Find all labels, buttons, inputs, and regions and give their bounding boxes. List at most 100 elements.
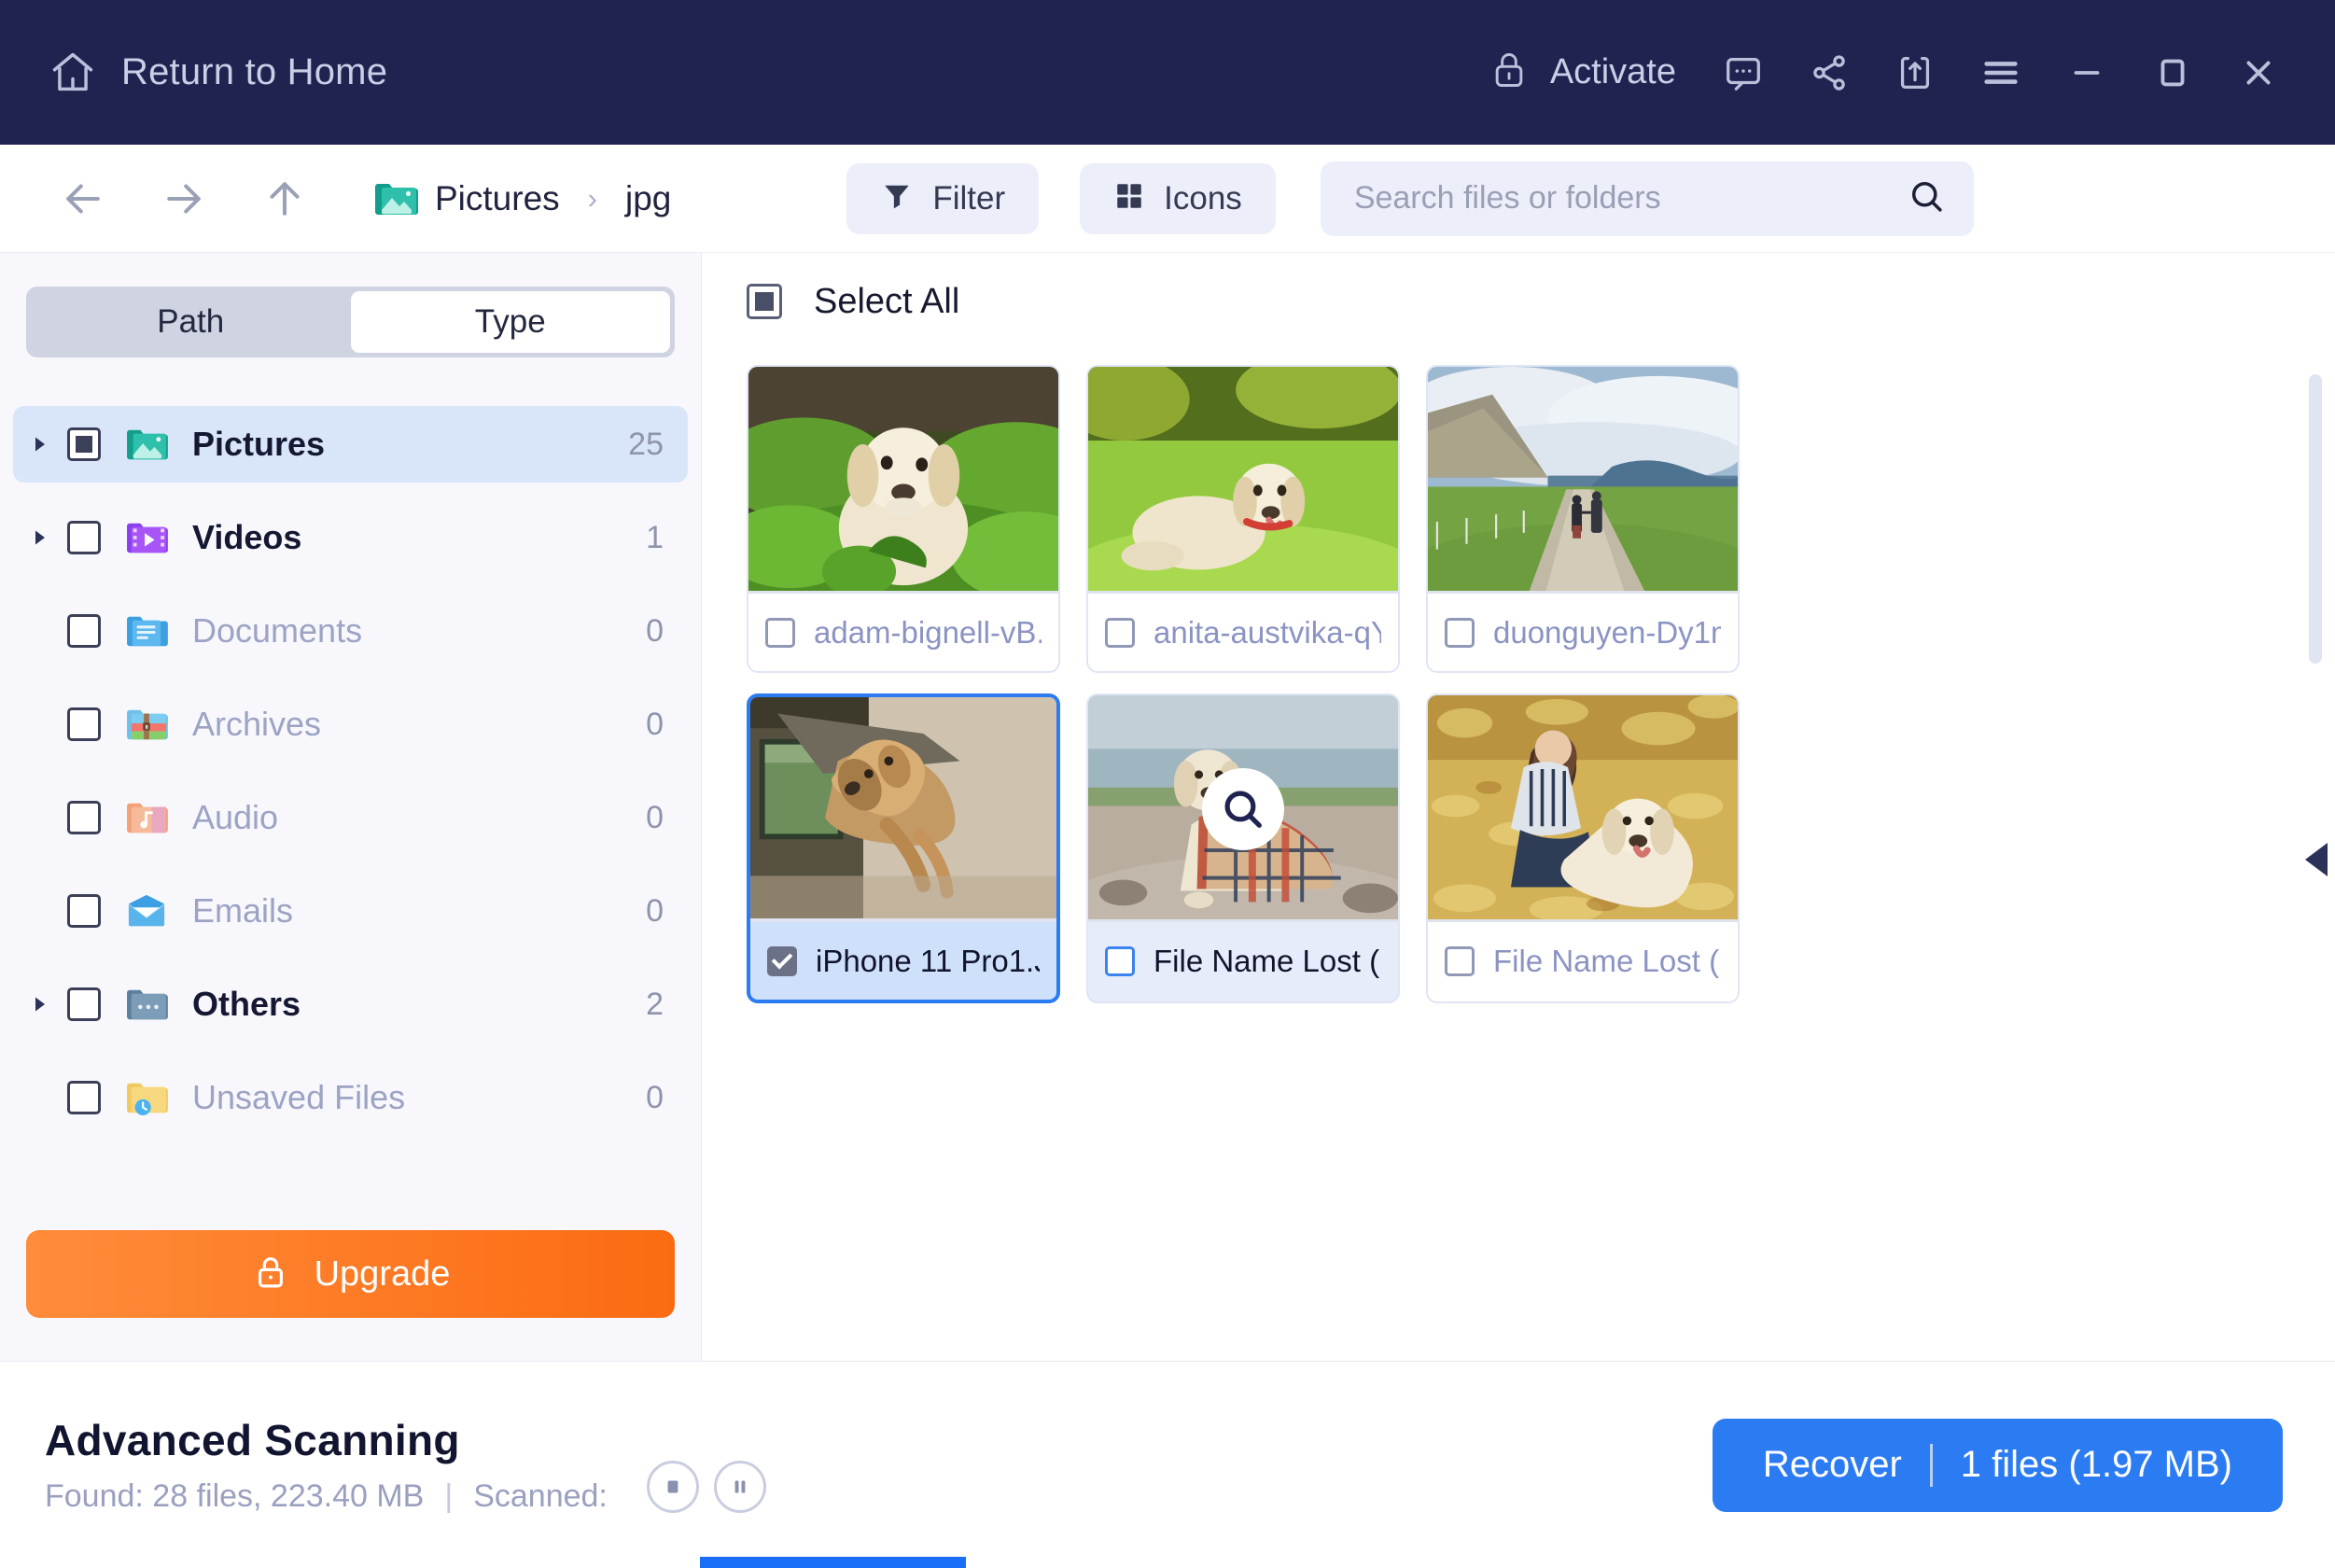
tab-path[interactable]: Path <box>31 291 351 353</box>
file-card[interactable]: File Name Lost (10... <box>1426 693 1740 1003</box>
pause-button[interactable] <box>714 1461 766 1513</box>
app-window: Return to Home Activate <box>0 0 2335 1568</box>
file-checkbox[interactable] <box>767 946 797 976</box>
sidebar-item-videos[interactable]: Videos 1 <box>13 499 688 576</box>
file-card[interactable]: duonguyen-Dy1m... <box>1426 365 1740 673</box>
path-type-toggle: Path Type <box>26 287 675 357</box>
sidebar-item-audio[interactable]: Audio 0 <box>13 779 688 856</box>
panel-collapse-handle[interactable] <box>2301 841 2329 883</box>
sidebar-item-others[interactable]: Others 2 <box>13 966 688 1043</box>
audio-folder-icon <box>125 799 168 836</box>
status-bar: Advanced Scanning Found: 28 files, 223.4… <box>0 1361 2335 1568</box>
status-divider: | <box>444 1478 453 1515</box>
filter-label: Filter <box>932 180 1005 217</box>
file-checkbox[interactable] <box>1105 946 1135 976</box>
breadcrumb-current[interactable]: jpg <box>625 179 671 218</box>
sidebar-count-pictures: 25 <box>628 427 664 463</box>
file-card[interactable]: adam-bignell-vB... <box>747 365 1060 673</box>
pictures-folder-icon <box>373 179 418 218</box>
upload-icon[interactable] <box>1872 40 1958 105</box>
return-to-home-button[interactable]: Return to Home <box>49 49 387 97</box>
checkbox-videos[interactable] <box>67 521 101 554</box>
up-arrow-icon[interactable] <box>245 159 325 239</box>
sidebar: Path Type <box>0 253 702 1361</box>
filter-button[interactable]: Filter <box>846 163 1039 234</box>
file-checkbox[interactable] <box>1445 618 1475 648</box>
select-all-label: Select All <box>814 282 959 322</box>
share-icon[interactable] <box>1786 40 1872 105</box>
sidebar-item-documents[interactable]: Documents 0 <box>13 593 688 669</box>
vertical-scrollbar[interactable] <box>2309 374 2322 664</box>
activate-button[interactable]: Activate <box>1464 49 1700 95</box>
file-thumbnail <box>1088 367 1398 594</box>
archives-folder-icon <box>125 706 168 743</box>
recover-count: 1 files (1.97 MB) <box>1961 1444 2232 1486</box>
sidebar-item-unsaved-files[interactable]: Unsaved Files 0 <box>13 1059 688 1136</box>
main-body: Path Type <box>0 253 2335 1361</box>
breadcrumb-separator-icon: › <box>588 182 597 216</box>
select-all-checkbox[interactable] <box>747 284 782 319</box>
recover-label: Recover <box>1763 1444 1902 1486</box>
expand-caret-icon[interactable] <box>24 435 56 454</box>
expand-caret-icon[interactable] <box>24 995 56 1014</box>
scan-progress-fill <box>700 1557 966 1568</box>
activate-label: Activate <box>1550 52 1676 92</box>
lock-icon <box>1489 49 1530 95</box>
search-box[interactable] <box>1321 161 1974 236</box>
file-thumbnail <box>1428 695 1738 922</box>
sidebar-count-others: 2 <box>646 987 664 1023</box>
file-card-footer: anita-austvika-qY... <box>1088 594 1398 671</box>
file-checkbox[interactable] <box>1445 946 1475 976</box>
checkbox-unsaved-files[interactable] <box>67 1081 101 1114</box>
sidebar-count-videos: 1 <box>646 520 664 556</box>
checkbox-others[interactable] <box>67 987 101 1021</box>
file-card-selected[interactable]: iPhone 11 Pro1.JPG <box>747 693 1060 1003</box>
videos-folder-icon <box>125 519 168 556</box>
recover-divider <box>1930 1444 1933 1487</box>
expand-caret-icon[interactable] <box>24 528 56 547</box>
sidebar-item-emails[interactable]: Emails 0 <box>13 873 688 949</box>
sidebar-item-archives[interactable]: Archives 0 <box>13 686 688 763</box>
forward-arrow-icon[interactable] <box>144 159 224 239</box>
navigation-bar: Pictures › jpg Filter Icons <box>0 145 2335 253</box>
view-mode-button[interactable]: Icons <box>1080 163 1276 234</box>
unsaved-folder-icon <box>125 1079 168 1116</box>
checkbox-archives[interactable] <box>67 707 101 741</box>
select-all-row[interactable]: Select All <box>702 253 2335 350</box>
preview-button[interactable] <box>1202 768 1284 850</box>
sidebar-label-emails: Emails <box>192 891 293 931</box>
upgrade-button[interactable]: Upgrade <box>26 1230 675 1318</box>
file-name: File Name Lost (1)... <box>1154 944 1381 979</box>
minimize-icon[interactable] <box>2044 40 2130 105</box>
close-icon[interactable] <box>2216 40 2301 105</box>
checkbox-audio[interactable] <box>67 801 101 834</box>
file-checkbox[interactable] <box>1105 618 1135 648</box>
file-card[interactable]: File Name Lost (1)... <box>1086 693 1400 1003</box>
sidebar-label-audio: Audio <box>192 798 278 837</box>
file-card[interactable]: anita-austvika-qY... <box>1086 365 1400 673</box>
sidebar-count-archives: 0 <box>646 707 664 743</box>
sidebar-item-pictures[interactable]: Pictures 25 <box>13 406 688 483</box>
upgrade-label: Upgrade <box>315 1254 451 1295</box>
file-checkbox[interactable] <box>765 618 795 648</box>
scan-controls <box>647 1461 766 1513</box>
feedback-icon[interactable] <box>1700 40 1786 105</box>
recover-button[interactable]: Recover 1 files (1.97 MB) <box>1713 1419 2283 1512</box>
back-arrow-icon[interactable] <box>43 159 123 239</box>
scan-status: Advanced Scanning Found: 28 files, 223.4… <box>45 1415 608 1515</box>
menu-icon[interactable] <box>1958 40 2044 105</box>
tab-type[interactable]: Type <box>351 291 671 353</box>
checkbox-emails[interactable] <box>67 894 101 928</box>
maximize-icon[interactable] <box>2130 40 2216 105</box>
search-icon[interactable] <box>1907 176 1946 220</box>
checkbox-documents[interactable] <box>67 614 101 648</box>
search-input[interactable] <box>1354 180 1907 217</box>
stop-button[interactable] <box>647 1461 699 1513</box>
sidebar-label-others: Others <box>192 985 301 1024</box>
file-card-footer: File Name Lost (1)... <box>1088 922 1398 1000</box>
file-type-tree: Pictures 25 <box>0 389 701 1230</box>
file-name: duonguyen-Dy1m... <box>1493 615 1721 651</box>
breadcrumb-root[interactable]: Pictures <box>435 179 560 218</box>
scan-progress-bar <box>700 1557 966 1568</box>
checkbox-pictures[interactable] <box>67 427 101 461</box>
